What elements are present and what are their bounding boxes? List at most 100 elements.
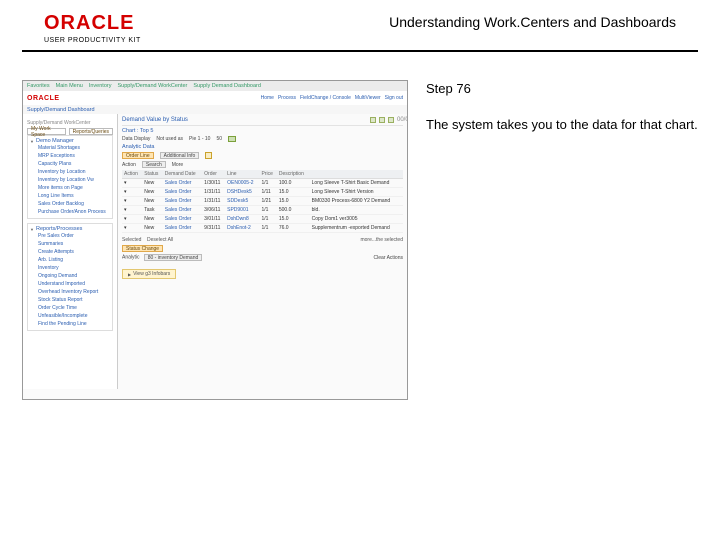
col-demand-date: Demand Date bbox=[163, 170, 202, 179]
analytic-data-link[interactable]: Analytic Data bbox=[122, 144, 403, 150]
panel-date: 00/00/00 bbox=[397, 117, 403, 123]
brand-logo: ORACLE bbox=[44, 12, 164, 35]
analytic-select[interactable]: 80 - inventory Demand bbox=[144, 254, 203, 261]
col-status: Status bbox=[142, 170, 163, 179]
link-home[interactable]: Home bbox=[261, 95, 274, 101]
link-process[interactable]: Process bbox=[278, 95, 296, 101]
analytic-action-row: Analytic 80 - inventory Demand Clear Act… bbox=[122, 254, 403, 261]
link-signout[interactable]: Sign out bbox=[385, 95, 403, 101]
table-row[interactable]: ▾NewSales Order1/30/11OEN0005-21/1100.0L… bbox=[122, 179, 403, 188]
footer-more[interactable]: more...the selected bbox=[360, 237, 403, 243]
app-main: Demand Value by Status 00/00/00 Chart : … bbox=[118, 114, 407, 389]
sidebar-item[interactable]: Long Line Items bbox=[30, 192, 110, 200]
tab-order-line[interactable]: Order Line bbox=[122, 152, 154, 159]
search-button[interactable]: Search bbox=[142, 161, 166, 168]
col-action: Action bbox=[122, 170, 142, 179]
menu-inventory[interactable]: Inventory bbox=[89, 83, 112, 89]
sidebar-item[interactable]: Overhead Inventory Report bbox=[30, 288, 110, 296]
meta-val: 50 bbox=[216, 136, 222, 142]
app-body: Supply/Demand WorkCenter My Work Space R… bbox=[23, 114, 407, 389]
step-text: The system takes you to the data for tha… bbox=[426, 116, 698, 134]
panel-header-icons: 00/00/00 bbox=[370, 117, 403, 123]
panel-sub1: Chart : Top 5 bbox=[122, 128, 403, 134]
sidebar-item[interactable]: Arb. Listing bbox=[30, 256, 110, 264]
sidebar-item[interactable]: Stock Status Report bbox=[30, 296, 110, 304]
expand-icon[interactable] bbox=[205, 152, 212, 159]
sidebar-box-demo-manager: Demo Manager Material Shortages MRP Exce… bbox=[27, 135, 113, 219]
menu-supply-demand-wc[interactable]: Supply/Demand WorkCenter bbox=[117, 83, 187, 89]
step-label: Step 76 bbox=[426, 80, 698, 98]
footer-deselect[interactable]: Deselect All bbox=[147, 237, 173, 243]
table-row[interactable]: ▾NewSales Order9/31/11DshEnot-21/176.0Su… bbox=[122, 224, 403, 233]
sidebar-item[interactable]: Pre Sales Order bbox=[30, 232, 110, 240]
table-row[interactable]: ▾NewSales Order1/31/11DSHDesk51/1115.0Lo… bbox=[122, 188, 403, 197]
table-row[interactable]: ▾TaskSales Order3/06/11SPD90011/1500.0bl… bbox=[122, 206, 403, 215]
sidebar-item[interactable]: Create Attempts bbox=[30, 248, 110, 256]
sidebar-item[interactable]: Inventory by Location bbox=[30, 168, 110, 176]
sidebar-tab-reports[interactable]: Reports/Queries bbox=[69, 128, 113, 135]
menu-favorites[interactable]: Favorites bbox=[27, 83, 50, 89]
screenshot-column: Favorites Main Menu Inventory Supply/Dem… bbox=[22, 80, 408, 400]
footer-selected[interactable]: Selected bbox=[122, 237, 141, 243]
chart-icon[interactable] bbox=[370, 117, 376, 123]
app-sidebar: Supply/Demand WorkCenter My Work Space R… bbox=[23, 114, 118, 389]
col-line: Line bbox=[225, 170, 259, 179]
meta-label: Data Display bbox=[122, 136, 150, 142]
view-infobars-tab[interactable]: View g3 Infobars bbox=[122, 269, 176, 279]
sidebar-item[interactable]: Purchase Order/Anon Process bbox=[30, 208, 110, 216]
link-fieldchange[interactable]: FieldChange / Console bbox=[300, 95, 351, 101]
content-row: Favorites Main Menu Inventory Supply/Dem… bbox=[0, 52, 720, 400]
meta-val: Pie 1 - 10 bbox=[189, 136, 210, 142]
table-header-row: Action Status Demand Date Order Line Pri… bbox=[122, 170, 403, 179]
data-display-row: Data Display Not used as Pie 1 - 10 50 bbox=[122, 136, 403, 142]
panel-title: Demand Value by Status bbox=[122, 117, 188, 123]
sidebar-item[interactable]: More items on Page bbox=[30, 184, 110, 192]
sidebar-item[interactable]: Unfeasible/Incomplete bbox=[30, 312, 110, 320]
menu-main[interactable]: Main Menu bbox=[56, 83, 83, 89]
embedded-app-screenshot: Favorites Main Menu Inventory Supply/Dem… bbox=[22, 80, 408, 400]
menu-supply-demand-dash[interactable]: Supply Demand Dashboard bbox=[193, 83, 261, 89]
sidebar-box-reports: Reports/Processes Pre Sales Order Summar… bbox=[27, 223, 113, 331]
brand-subtitle: USER PRODUCTIVITY KIT bbox=[44, 37, 164, 44]
refresh-icon[interactable] bbox=[228, 136, 236, 142]
app-brand-row: ORACLE Home Process FieldChange / Consol… bbox=[23, 91, 407, 105]
col-order: Order bbox=[202, 170, 225, 179]
sidebar-item[interactable]: Material Shortages bbox=[30, 144, 110, 152]
sidebar-item[interactable]: Order Cycle Time bbox=[30, 304, 110, 312]
filter-more[interactable]: More bbox=[172, 162, 183, 168]
status-change-pill[interactable]: Status Change bbox=[122, 245, 163, 252]
link-multiviewer[interactable]: MultiViewer bbox=[355, 95, 381, 101]
export-icon[interactable] bbox=[388, 117, 394, 123]
table-row[interactable]: ▾NewSales Order1/31/11SDDesk51/2115.0BM0… bbox=[122, 197, 403, 206]
sidebar-tab-workspace[interactable]: My Work Space bbox=[27, 128, 66, 135]
sidebar-item[interactable]: Inventory by Location Vw bbox=[30, 176, 110, 184]
page-title: Understanding Work.Centers and Dashboard… bbox=[164, 12, 676, 30]
table-footer: Selected Deselect All more...the selecte… bbox=[122, 237, 403, 243]
sidebar-item[interactable]: Understand Imported bbox=[30, 280, 110, 288]
brand-logo-block: ORACLE USER PRODUCTIVITY KIT bbox=[44, 12, 164, 44]
sidebar-item[interactable]: Find the Pending Line bbox=[30, 320, 110, 328]
status-change-row: Status Change bbox=[122, 245, 403, 252]
instruction-column: Step 76 The system takes you to the data… bbox=[426, 80, 698, 400]
sidebar-item[interactable]: MRP Exceptions bbox=[30, 152, 110, 160]
clear-actions[interactable]: Clear Actions bbox=[374, 255, 403, 261]
app-breadcrumb: Supply/Demand Dashboard bbox=[23, 105, 407, 114]
breadcrumb-item[interactable]: Supply/Demand Dashboard bbox=[27, 107, 95, 113]
table-row[interactable]: ▾NewSales Order3/01/11DshDwn81/115.0Copy… bbox=[122, 215, 403, 224]
sidebar-item[interactable]: Ongoing Demand bbox=[30, 272, 110, 280]
analytic-label: Analytic bbox=[122, 255, 140, 261]
filter-action-label: Action bbox=[122, 162, 136, 168]
tab-additional-info[interactable]: Additional Info bbox=[160, 152, 200, 159]
data-table: Action Status Demand Date Order Line Pri… bbox=[122, 170, 403, 233]
filter-row: Action Search More bbox=[122, 161, 403, 168]
sidebar-item[interactable]: Capacity Plans bbox=[30, 160, 110, 168]
grid-icon[interactable] bbox=[379, 117, 385, 123]
tab-row: Order Line Additional Info bbox=[122, 152, 403, 159]
sidebar-item[interactable]: Inventory bbox=[30, 264, 110, 272]
sidebar-item[interactable]: Summaries bbox=[30, 240, 110, 248]
sidebar-item[interactable]: Sales Order Backlog bbox=[30, 200, 110, 208]
meta-val: Not used as bbox=[156, 136, 183, 142]
panel-title-row: Demand Value by Status 00/00/00 bbox=[122, 117, 403, 126]
page-header: ORACLE USER PRODUCTIVITY KIT Understandi… bbox=[22, 0, 698, 52]
app-oracle-logo: ORACLE bbox=[27, 95, 60, 102]
